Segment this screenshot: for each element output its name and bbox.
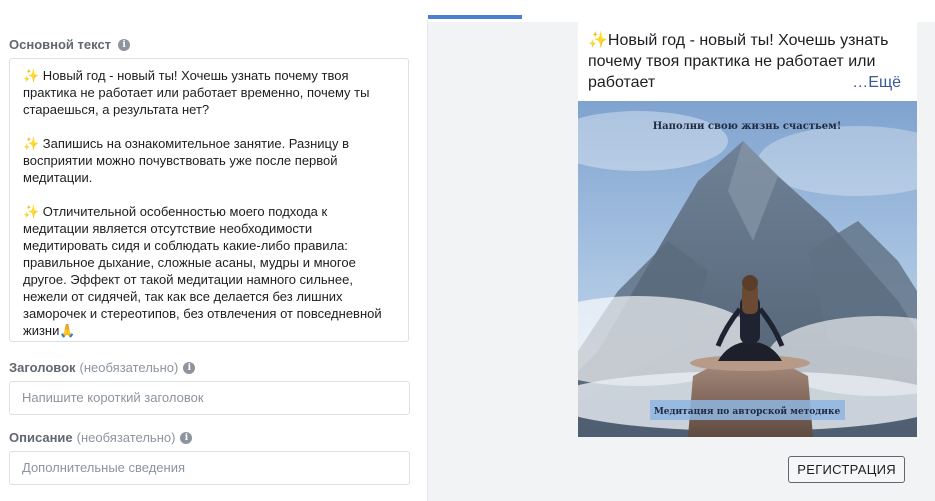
headline-input[interactable]: Напишите короткий заголовок bbox=[9, 381, 410, 415]
sparkles-icon: ✨ bbox=[588, 32, 608, 49]
primary-text-paragraph-3: ✨ Отличительной особенностью моего подхо… bbox=[23, 204, 382, 338]
primary-text-paragraph-2: ✨ Запишись на ознакомительное занятие. Р… bbox=[23, 136, 349, 185]
sparkles-icon: ✨ bbox=[23, 68, 40, 83]
primary-text-textarea[interactable]: ✨ Новый год - новый ты! Хочешь узнать по… bbox=[9, 58, 409, 342]
ad-preview-card: ✨Новый год - новый ты! Хочешь узнать поч… bbox=[578, 22, 917, 501]
ad-text-editor: Основной текст i ✨ Новый год - новый ты!… bbox=[0, 0, 428, 501]
info-icon[interactable]: i bbox=[180, 431, 193, 444]
description-input[interactable]: Дополнительные сведения bbox=[9, 451, 410, 485]
info-icon[interactable]: i bbox=[183, 361, 196, 374]
sparkles-icon: ✨ bbox=[23, 204, 40, 219]
headline-label: Заголовок (необязательно) i bbox=[9, 360, 196, 375]
primary-text-paragraph-1: ✨ Новый год - новый ты! Хочешь узнать по… bbox=[23, 68, 370, 117]
image-top-caption: Наполни свою жизнь счастьем! bbox=[653, 121, 842, 132]
mountain-meditation-image: Наполни свою жизнь счастьем! Медитация п… bbox=[578, 101, 917, 437]
ad-image: Наполни свою жизнь счастьем! Медитация п… bbox=[578, 101, 917, 437]
see-more-link[interactable]: …Ещё bbox=[852, 74, 901, 92]
register-button[interactable]: РЕГИСТРАЦИЯ bbox=[788, 456, 905, 483]
image-bottom-caption: Медитация по авторской методике bbox=[654, 406, 841, 417]
sparkles-icon: ✨ bbox=[23, 136, 40, 151]
description-label: Описание (необязательно) i bbox=[9, 430, 193, 445]
info-icon[interactable]: i bbox=[118, 38, 131, 51]
cta-bar: РЕГИСТРАЦИЯ bbox=[578, 437, 917, 501]
primary-text-label: Основной текст i bbox=[9, 37, 131, 52]
